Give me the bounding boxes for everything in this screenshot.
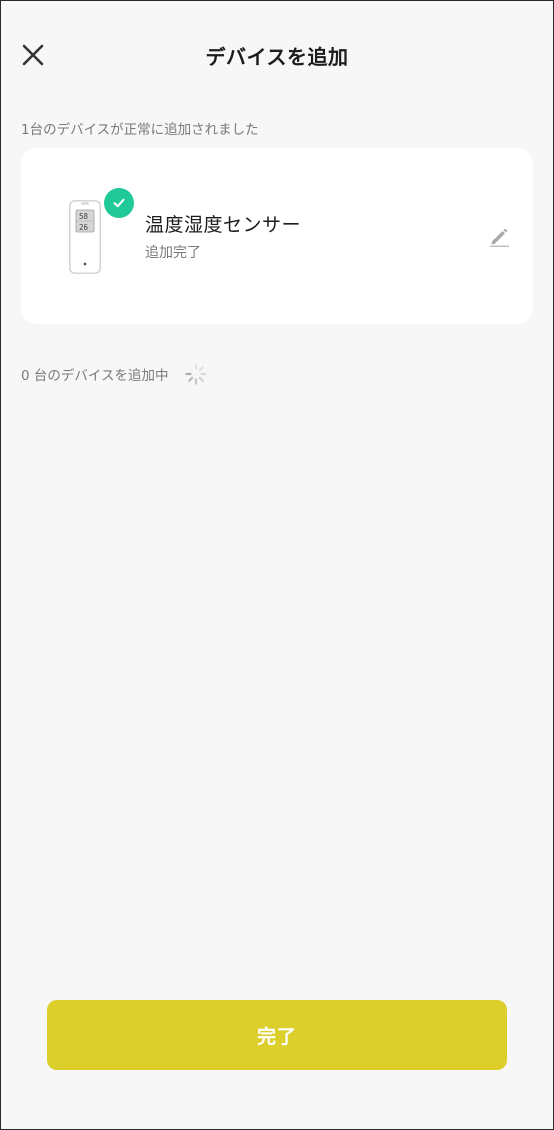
- humidity-reading: 58: [79, 212, 89, 221]
- edit-device-name-button[interactable]: [485, 222, 513, 250]
- pending-section: 0 台のデバイスを追加中: [21, 362, 208, 386]
- device-name: 温度湿度センサー: [145, 214, 302, 236]
- pending-section-label: 0 台のデバイスを追加中: [21, 368, 169, 384]
- pencil-icon: [490, 228, 509, 247]
- device-status: 追加完了: [145, 245, 201, 261]
- device-card[interactable]: 58 26 温度湿度センサー 追加完了: [21, 148, 533, 324]
- thermo-hygrometer-device-image: 58 26: [69, 200, 101, 274]
- success-check-badge: [104, 188, 134, 218]
- check-icon: [113, 198, 125, 208]
- page-title: デバイスを追加: [205, 45, 349, 69]
- temperature-reading: 26: [79, 223, 89, 232]
- loading-spinner-icon: [185, 363, 208, 385]
- success-section-label: 1台のデバイスが正常に追加されました: [21, 122, 259, 138]
- done-button[interactable]: 完了: [47, 1000, 507, 1070]
